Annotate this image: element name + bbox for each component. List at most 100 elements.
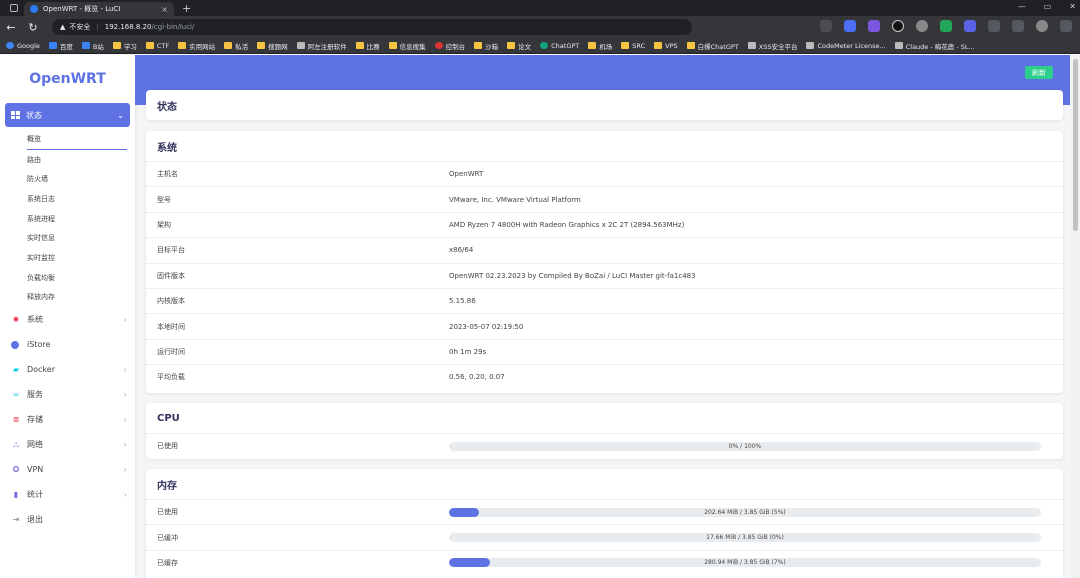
menu-system[interactable]: ✹ 系统 › — [0, 307, 135, 332]
address-bar[interactable]: ▲ 不安全 | 192.168.8.20 /cgi-bin/luci/ — [52, 19, 692, 35]
bookmark-label: 信息搜集 — [399, 42, 426, 51]
extension-icon[interactable] — [868, 20, 880, 32]
reload-button[interactable]: ↻ — [22, 21, 44, 34]
table-row: 内核版本 5.15.86 — [146, 287, 1063, 313]
bookmark-item[interactable]: 搜题网 — [257, 41, 288, 51]
more-menu-icon[interactable] — [1060, 20, 1072, 32]
menu-services[interactable]: ∞ 服务 › — [0, 382, 135, 407]
browser-tab-active[interactable]: OpenWRT - 概览 - LuCI × — [24, 2, 174, 16]
bookmark-item[interactable]: 机场 — [588, 41, 612, 51]
bookmark-label: 比赛 — [366, 42, 380, 51]
folder-icon — [474, 42, 483, 49]
submenu-loadbalance[interactable]: 负载均衡 — [27, 268, 135, 288]
minimize-button[interactable]: — — [1018, 2, 1026, 11]
scrollbar-thumb[interactable] — [1073, 59, 1078, 231]
table-row: 架构 AMD Ryzen 7 4800H with Radeon Graphics… — [146, 211, 1063, 237]
url-path[interactable]: /cgi-bin/luci/ — [152, 23, 195, 31]
bookmark-item[interactable]: CTF — [145, 42, 169, 50]
submenu-routes[interactable]: 路由 — [27, 150, 135, 170]
bookmark-item[interactable]: 私活 — [224, 41, 248, 51]
bookmark-label: Google — [17, 41, 40, 50]
submenu-overview[interactable]: 概览 — [27, 130, 127, 150]
progress-bar: 17.66 MiB / 3.85 GiB (0%) — [449, 533, 1041, 543]
brand-logo[interactable]: OpenWRT — [0, 55, 135, 103]
bookmark-item[interactable]: ChatGPT — [540, 42, 579, 50]
menu-status[interactable]: 状态 ⌄ — [5, 103, 130, 127]
submenu-firewall[interactable]: 防火墙 — [27, 169, 135, 189]
insecure-label[interactable]: 不安全 — [69, 22, 90, 32]
bookmark-item[interactable]: Google — [6, 42, 40, 50]
menu-istore[interactable]: iStore — [0, 332, 135, 357]
progress-text: 280.94 MiB / 3.85 GiB (7%) — [704, 559, 786, 567]
row-key: 已缓存 — [157, 558, 178, 567]
chevron-right-icon: › — [123, 490, 127, 500]
bookmark-item[interactable]: 学习 — [112, 41, 137, 51]
link-icon: ∞ — [12, 390, 20, 400]
bookmark-label: 实用网站 — [189, 42, 216, 51]
extension-icon[interactable] — [916, 20, 928, 32]
bookmark-label: 百度 — [59, 42, 73, 51]
row-key: 运行时间 — [157, 347, 185, 356]
bookmark-item[interactable]: 白嫖ChatGPT — [686, 41, 739, 51]
row-key: 型号 — [157, 195, 171, 204]
menu-istore-label: iStore — [27, 340, 51, 350]
gear-icon: ✹ — [12, 315, 20, 325]
menu-vpn[interactable]: ✪ VPN › — [0, 457, 135, 482]
back-button[interactable]: ← — [0, 21, 22, 34]
profile-avatar[interactable] — [1036, 20, 1048, 32]
bookmark-item[interactable]: 论文 — [507, 41, 531, 51]
tab-close-icon[interactable]: × — [161, 5, 168, 14]
bookmark-item[interactable]: 沙箱 — [474, 41, 498, 51]
system-card: 系统 主机名 OpenWRT 型号 VMware, Inc. VMware Virtu… — [146, 131, 1063, 393]
collections-icon[interactable] — [1012, 20, 1024, 32]
bookmark-item[interactable]: 实用网站 — [178, 41, 215, 51]
extension-icon[interactable] — [892, 20, 904, 32]
bookmark-item[interactable]: Claude - 梅花鹿 - SL... — [894, 41, 975, 51]
bookmark-item[interactable]: VPS — [654, 42, 678, 50]
menu-network[interactable]: ⛬ 网络 › — [0, 432, 135, 457]
warning-icon[interactable]: ▲ — [60, 23, 65, 31]
row-key: 内核版本 — [157, 297, 185, 306]
bookmark-label: 学习 — [123, 42, 137, 51]
new-tab-button[interactable]: + — [182, 2, 191, 15]
menu-docker[interactable]: ▰ Docker › — [0, 357, 135, 382]
bookmark-item[interactable]: 阿左注册软件 — [296, 41, 347, 51]
url-host[interactable]: 192.168.8.20 — [105, 23, 152, 31]
bookmark-item[interactable]: B站 — [81, 41, 104, 51]
bookmark-item[interactable]: 比赛 — [355, 41, 380, 51]
bookmark-item[interactable]: 百度 — [48, 41, 73, 51]
progress-text: 202.64 MiB / 3.85 GiB (5%) — [704, 508, 786, 516]
window-menu-icon[interactable] — [10, 4, 18, 12]
refresh-button[interactable]: 刷新 — [1025, 66, 1053, 79]
extension-icon[interactable] — [844, 20, 856, 32]
menu-storage[interactable]: ≣ 存储 › — [0, 407, 135, 432]
folder-icon — [621, 42, 630, 49]
row-value: 0h 1m 29s — [449, 347, 487, 356]
submenu-syslog[interactable]: 系统日志 — [27, 189, 135, 209]
chevron-right-icon: › — [123, 365, 127, 375]
row-key: 主机名 — [157, 170, 178, 179]
bookmark-item[interactable]: CodeMeter License... — [806, 42, 886, 50]
sidebar: OpenWRT 状态 ⌄ 概览 路由 防火墙 系统日志 系统进程 实时信息 实时… — [0, 55, 135, 578]
extension-icon[interactable] — [940, 20, 952, 32]
submenu-realtime[interactable]: 实时信息 — [27, 228, 135, 248]
maximize-button[interactable]: ▭ — [1044, 2, 1052, 11]
menu-stats[interactable]: ▮ 统计 › — [0, 482, 135, 507]
page-scrollbar[interactable] — [1071, 55, 1080, 578]
progress-text: 0% / 100% — [728, 442, 762, 450]
extension-icon[interactable] — [964, 20, 976, 32]
bookmark-item[interactable]: SRC — [621, 42, 645, 50]
folder-icon — [112, 42, 121, 49]
favorites-icon[interactable] — [988, 20, 1000, 32]
extension-icon[interactable] — [820, 20, 832, 32]
submenu-free-memory[interactable]: 释放内存 — [27, 288, 135, 308]
bookmark-item[interactable]: 信息搜集 — [388, 41, 426, 51]
submenu-monitor[interactable]: 实时监控 — [27, 248, 135, 268]
close-window-button[interactable]: ✕ — [1069, 2, 1076, 11]
submenu-processes[interactable]: 系统进程 — [27, 209, 135, 229]
folder-icon — [355, 42, 364, 49]
menu-logout[interactable]: ⇥ 退出 — [0, 507, 135, 532]
bookmark-item[interactable]: 控制台 — [434, 41, 465, 51]
table-row: 运行时间 0h 1m 29s — [146, 338, 1063, 364]
bookmark-item[interactable]: XSS安全平台 — [747, 41, 797, 51]
